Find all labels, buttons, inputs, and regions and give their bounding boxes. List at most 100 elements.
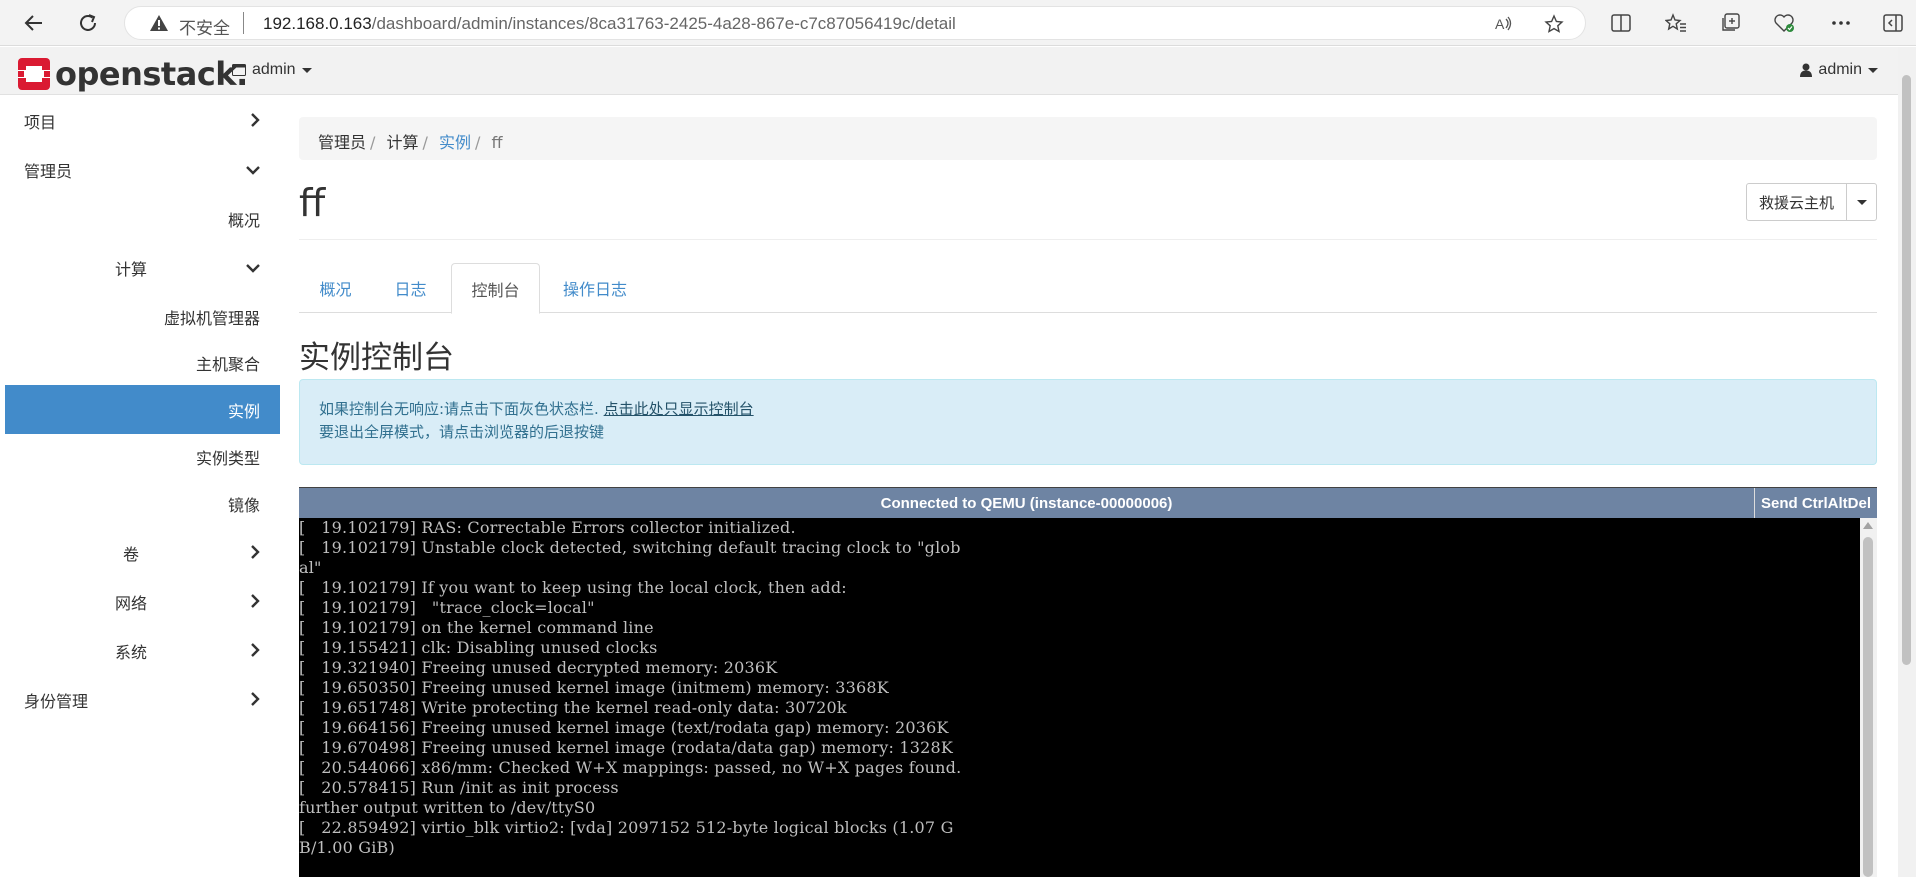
breadcrumb-current: ff <box>491 133 503 152</box>
tab-log[interactable]: 日志 <box>372 263 449 313</box>
console-line: [ 19.102179] If you want to keep using t… <box>299 578 847 597</box>
console-line: [ 22.859492] virtio_blk virtio2: [vda] 2… <box>299 818 954 837</box>
sidebar-item-system[interactable]: 系统 <box>5 626 280 675</box>
breadcrumb-separator: / <box>370 133 376 152</box>
openstack-logo-icon <box>18 58 50 90</box>
console-line: [ 19.102179] RAS: Correctable Errors col… <box>299 518 796 537</box>
console-line: [ 19.102179] on the kernel command line <box>299 618 654 637</box>
project-dropdown[interactable]: admin <box>232 61 312 79</box>
send-ctrl-alt-del-button[interactable]: Send CtrlAltDel <box>1754 488 1877 518</box>
more-menu-icon[interactable] <box>1828 10 1854 36</box>
warning-icon <box>149 14 169 37</box>
breadcrumb-separator: / <box>475 133 481 152</box>
sidebar-item-label: 项目 <box>24 112 57 132</box>
logo-text: openstack. <box>55 55 248 93</box>
sidebar-item-label: 管理员 <box>24 161 73 181</box>
browser-toolbar: 不安全 192.168.0.163/dashboard/admin/instan… <box>0 0 1916 46</box>
sidebar-item-admin[interactable]: 管理员 <box>5 145 280 194</box>
read-aloud-icon[interactable]: A <box>1493 13 1515 35</box>
sidebar-item-label: 虚拟机管理器 <box>163 308 260 328</box>
insecure-label: 不安全 <box>179 19 230 39</box>
tab-action-log[interactable]: 操作日志 <box>540 263 650 313</box>
openstack-logo[interactable]: openstack. <box>18 55 248 93</box>
svg-text:A: A <box>1495 16 1505 32</box>
chevron-right-icon <box>251 643 260 657</box>
console-scrollbar-thumb[interactable] <box>1863 537 1873 877</box>
alert-line-2: 要退出全屏模式，请点击浏览器的后退按键 <box>319 423 605 441</box>
sidebar-item-flavors[interactable]: 实例类型 <box>5 434 280 479</box>
sidebar-item-project[interactable]: 项目 <box>5 96 280 145</box>
chevron-right-icon <box>251 692 260 706</box>
address-bar[interactable]: 不安全 192.168.0.163/dashboard/admin/instan… <box>124 6 1586 40</box>
console-section-title: 实例控制台 <box>299 340 454 376</box>
console-line: [ 19.664156] Freeing unused kernel image… <box>299 718 949 737</box>
sidebar-item-label: 概况 <box>227 210 260 230</box>
user-icon <box>1800 63 1813 77</box>
alert-text: 如果控制台无响应:请点击下面灰色状态栏. <box>319 400 599 418</box>
tab-overview[interactable]: 概况 <box>299 263 372 313</box>
console-screen[interactable]: [ 19.102179] RAS: Correctable Errors col… <box>299 518 1860 877</box>
sidebar-item-compute[interactable]: 计算 <box>5 243 280 292</box>
tab-console[interactable]: 控制台 <box>451 263 540 314</box>
console-scrollbar[interactable] <box>1860 518 1877 877</box>
url-divider <box>243 12 244 34</box>
openstack-header: openstack. admin admin <box>0 47 1898 95</box>
breadcrumb-admin: 管理员 <box>318 133 367 152</box>
console-status[interactable]: Connected to QEMU (instance-00000006) <box>299 488 1754 518</box>
page-scrollbar[interactable] <box>1898 47 1916 877</box>
console-line: [ 20.578415] Run /init as init process <box>299 778 619 797</box>
sidebar-item-label: 实例 <box>227 401 260 421</box>
favorite-star-icon[interactable] <box>1543 13 1565 35</box>
split-screen-icon[interactable] <box>1608 10 1634 36</box>
chevron-right-icon <box>251 113 260 127</box>
sidebar-item-hypervisors[interactable]: 虚拟机管理器 <box>5 292 280 341</box>
sidebar-item-host-aggregates[interactable]: 主机聚合 <box>5 341 280 385</box>
rescue-instance-button[interactable]: 救援云主机 <box>1746 183 1848 221</box>
sidebar-item-volumes[interactable]: 卷 <box>5 528 280 577</box>
reload-button[interactable] <box>72 7 104 39</box>
more-actions-toggle[interactable] <box>1847 183 1878 221</box>
console-only-link[interactable]: 点击此处只显示控制台 <box>604 400 754 418</box>
sidebar-item-label: 身份管理 <box>24 691 89 711</box>
console-line: al" <box>299 558 322 577</box>
sidebar-item-images[interactable]: 镜像 <box>5 479 280 528</box>
back-button[interactable] <box>18 7 50 39</box>
console-line: [ 19.102179] "trace_clock=local" <box>299 598 595 617</box>
sidebar-item-instances[interactable]: 实例 <box>5 385 280 434</box>
sidebar-item-network[interactable]: 网络 <box>5 577 280 626</box>
vnc-console[interactable]: Connected to QEMU (instance-00000006) Se… <box>299 487 1877 877</box>
sidebar-item-label: 网络 <box>115 593 148 613</box>
console-info-alert: 如果控制台无响应:请点击下面灰色状态栏. 点击此处只显示控制台 要退出全屏模式，… <box>299 379 1877 465</box>
breadcrumb-instances-link[interactable]: 实例 <box>439 133 471 152</box>
url-text[interactable]: 192.168.0.163/dashboard/admin/instances/… <box>263 14 956 34</box>
console-line: [ 19.155421] clk: Disabling unused clock… <box>299 638 658 657</box>
page-title: ff <box>299 181 326 225</box>
chevron-right-icon <box>251 545 260 559</box>
sidebar-item-label: 计算 <box>115 259 148 279</box>
divider <box>299 239 1877 240</box>
instance-actions: 救援云主机 <box>1746 183 1878 221</box>
project-icon <box>232 64 246 76</box>
chevron-down-icon <box>246 166 260 175</box>
caret-down-icon <box>1868 67 1878 73</box>
user-dropdown[interactable]: admin <box>1800 61 1878 79</box>
sidebar-item-identity[interactable]: 身份管理 <box>5 675 280 724</box>
console-status-bar[interactable]: Connected to QEMU (instance-00000006) Se… <box>299 487 1877 518</box>
sidebar-item-overview[interactable]: 概况 <box>5 194 280 243</box>
console-line: [ 19.650350] Freeing unused kernel image… <box>299 678 889 697</box>
collections-icon[interactable] <box>1717 10 1743 36</box>
favorites-icon[interactable] <box>1663 10 1689 36</box>
sidebar-item-label: 镜像 <box>227 495 260 515</box>
sidebar: 项目 管理员 概况 计算 虚拟机管理器 主机聚合 实例 实例类型 镜像 卷 网络… <box>5 96 280 724</box>
console-line: [ 19.102179] Unstable clock detected, sw… <box>299 538 961 557</box>
breadcrumb-separator: / <box>422 133 428 152</box>
url-host: 192.168.0.163 <box>263 14 372 33</box>
page-scrollbar-thumb[interactable] <box>1902 75 1911 665</box>
scroll-up-arrow-icon[interactable] <box>1863 522 1873 529</box>
browser-essentials-icon[interactable] <box>1771 10 1797 36</box>
sidebar-toggle-icon[interactable] <box>1880 10 1906 36</box>
project-name: admin <box>252 61 296 78</box>
detail-tabs: 概况 日志 控制台 操作日志 <box>299 263 1877 314</box>
breadcrumb: 管理员 / 计算 / 实例 / ff <box>299 117 1877 160</box>
console-line: [ 19.321940] Freeing unused decrypted me… <box>299 658 778 677</box>
